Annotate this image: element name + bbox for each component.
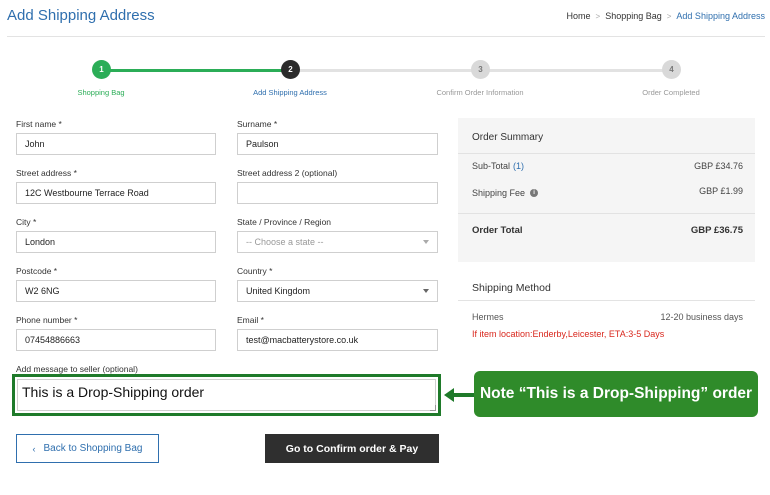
breadcrumb-separator: >: [666, 11, 672, 21]
step-2-circle: 2: [281, 60, 300, 79]
shipping-fee-label-group: Shipping Fee i: [472, 188, 539, 198]
breadcrumb-current: Add Shipping Address: [676, 11, 765, 21]
step-4-circle: 4: [662, 60, 681, 79]
state-select[interactable]: -- Choose a state --: [237, 231, 438, 253]
breadcrumb: Home > Shopping Bag > Add Shipping Addre…: [567, 11, 766, 21]
breadcrumb-home[interactable]: Home: [567, 11, 591, 21]
step-4-label: Order Completed: [642, 88, 700, 97]
order-total-value: GBP £36.75: [690, 225, 743, 236]
surname-label: Surname *: [237, 119, 278, 129]
chevron-left-icon: ‹: [32, 443, 36, 454]
step-1-circle: 1: [92, 60, 111, 79]
email-label: Email *: [237, 315, 264, 325]
email-field[interactable]: test@macbatterystore.co.uk: [237, 329, 438, 351]
shipping-fee-label: Shipping Fee: [472, 188, 526, 198]
message-highlight-frame: This is a Drop-Shipping order: [12, 374, 441, 416]
message-textarea[interactable]: This is a Drop-Shipping order: [17, 379, 436, 411]
shipping-carrier: Hermes: [472, 312, 504, 322]
info-icon[interactable]: i: [530, 189, 539, 197]
first-name-field[interactable]: John: [16, 133, 216, 155]
street-address-field[interactable]: 12C Westbourne Terrace Road: [16, 182, 216, 204]
state-label: State / Province / Region: [237, 217, 332, 227]
shipping-location-note: If item location:Enderby,Leicester, ETA:…: [472, 329, 665, 339]
country-select-value: United Kingdom: [246, 286, 311, 296]
annotation-callout: Note “This is a Drop-Shipping” order: [474, 371, 758, 417]
subtotal-count[interactable]: (1): [513, 161, 524, 171]
step-2-label: Add Shipping Address: [253, 88, 327, 97]
country-select[interactable]: United Kingdom: [237, 280, 438, 302]
street-address-label: Street address *: [16, 168, 77, 178]
page-title: Add Shipping Address: [7, 7, 155, 24]
order-summary-panel: Order Summary Sub-Total (1) GBP £34.76 S…: [458, 118, 755, 262]
order-summary-title: Order Summary: [472, 132, 544, 143]
subtotal-value: GBP £34.76: [694, 161, 743, 171]
step-1-label: Shopping Bag: [77, 88, 125, 97]
chevron-down-icon: [423, 240, 429, 244]
surname-field[interactable]: Paulson: [237, 133, 438, 155]
state-select-value: -- Choose a state --: [246, 237, 324, 247]
breadcrumb-separator: >: [595, 11, 601, 21]
breadcrumb-shopping-bag[interactable]: Shopping Bag: [605, 11, 662, 21]
step-3-label: Confirm Order Information: [436, 88, 524, 97]
street-address-2-label: Street address 2 (optional): [237, 168, 338, 178]
postcode-field[interactable]: W2 6NG: [16, 280, 216, 302]
message-label: Add message to seller (optional): [16, 364, 138, 374]
stepper-progress-line: [101, 69, 290, 72]
phone-field[interactable]: 07454886663: [16, 329, 216, 351]
shipping-days: 12-20 business days: [660, 312, 743, 322]
city-label: City *: [16, 217, 37, 227]
street-address-2-field[interactable]: [237, 182, 438, 204]
step-3-circle: 3: [471, 60, 490, 79]
checkout-stepper: 1 2 3 4 Shopping Bag Add Shipping Addres…: [0, 60, 770, 100]
phone-label: Phone number *: [16, 315, 78, 325]
chevron-down-icon: [423, 289, 429, 293]
header-divider: [7, 36, 765, 37]
order-total-label: Order Total: [472, 225, 523, 236]
city-field[interactable]: London: [16, 231, 216, 253]
summary-divider: [458, 153, 755, 154]
back-to-shopping-bag-button[interactable]: ‹ Back to Shopping Bag: [16, 434, 159, 463]
shipping-method-title: Shipping Method: [472, 282, 551, 294]
first-name-label: First name *: [16, 119, 62, 129]
summary-divider: [458, 213, 755, 214]
back-button-label: Back to Shopping Bag: [43, 443, 143, 454]
subtotal-label: Sub-Total: [472, 161, 511, 171]
resize-handle[interactable]: [430, 405, 436, 411]
confirm-order-pay-button[interactable]: Go to Confirm order & Pay: [265, 434, 439, 463]
subtotal-label-group: Sub-Total (1): [472, 161, 524, 171]
postcode-label: Postcode *: [16, 266, 58, 276]
arrow-left-icon: [444, 388, 478, 402]
country-label: Country *: [237, 266, 273, 276]
shipping-divider: [458, 300, 755, 301]
shipping-fee-value: GBP £1.99: [699, 186, 743, 196]
